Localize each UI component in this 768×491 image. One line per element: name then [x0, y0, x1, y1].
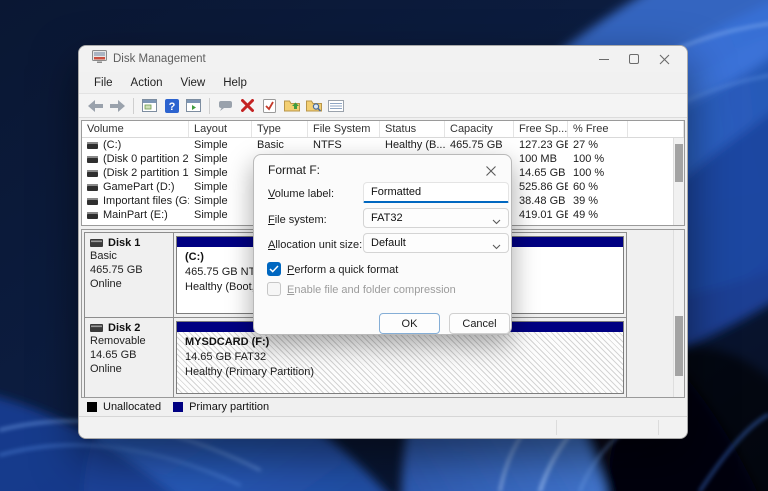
- disk1-type: Basic: [90, 249, 169, 263]
- dialog-close-icon[interactable]: [482, 162, 500, 180]
- disk2-type: Removable: [90, 334, 169, 348]
- legend-primary-label: Primary partition: [189, 401, 269, 413]
- disk-icon: [90, 324, 103, 332]
- volume-icon: [87, 198, 98, 205]
- partition-status: Healthy (Primary Partition): [185, 365, 615, 380]
- app-icon: [92, 50, 107, 68]
- volume-icon: [87, 212, 98, 219]
- toolbar-separator: [133, 98, 134, 114]
- volume-icon: [87, 170, 98, 177]
- allocation-unit-select[interactable]: Default: [363, 233, 509, 253]
- volume-icon: [87, 156, 98, 163]
- window-title: Disk Management: [113, 53, 206, 65]
- volume-icon: [87, 142, 98, 149]
- chevron-down-icon: [492, 241, 501, 253]
- partition-info: 14.65 GB FAT32: [185, 350, 615, 365]
- check-icon: [269, 265, 279, 273]
- menu-action[interactable]: Action: [122, 75, 172, 91]
- compression-label: Enable file and folder compression: [287, 284, 456, 296]
- volume-list-header: Volume Layout Type File System Status Ca…: [82, 121, 684, 138]
- cancel-button[interactable]: Cancel: [449, 313, 510, 334]
- file-system-select[interactable]: FAT32: [363, 208, 509, 228]
- minimize-icon[interactable]: [589, 46, 619, 72]
- col-volume[interactable]: Volume: [82, 121, 189, 137]
- col-type[interactable]: Type: [252, 121, 308, 137]
- compression-checkbox[interactable]: [267, 282, 281, 296]
- table-row[interactable]: (C:) Simple Basic NTFS Healthy (B... 465…: [82, 138, 684, 152]
- col-capacity[interactable]: Capacity: [445, 121, 514, 137]
- disk-icon: [90, 239, 103, 247]
- chevron-down-icon: [492, 216, 501, 228]
- desktop: Disk Management File Action View Help: [0, 0, 768, 491]
- menu-file[interactable]: File: [85, 75, 122, 91]
- ok-button[interactable]: OK: [379, 313, 440, 334]
- volume-list-scrollbar[interactable]: [673, 138, 684, 225]
- console-window-icon[interactable]: [140, 97, 159, 115]
- unallocated-swatch: [87, 402, 97, 412]
- file-system-label: File system:: [268, 214, 327, 226]
- folder-search-icon[interactable]: [304, 97, 323, 115]
- col-status[interactable]: Status: [380, 121, 445, 137]
- console-tree-icon[interactable]: [184, 97, 203, 115]
- status-bar: [79, 416, 687, 438]
- menu-bar: File Action View Help: [79, 72, 687, 93]
- primary-partition-swatch: [173, 402, 183, 412]
- properties-icon[interactable]: [216, 97, 235, 115]
- disk-pane-scrollbar[interactable]: [673, 230, 684, 397]
- volume-label-input[interactable]: Formatted: [363, 182, 509, 203]
- disk1-info[interactable]: Disk 1 Basic 465.75 GB Online: [85, 233, 174, 317]
- legend-unallocated-label: Unallocated: [103, 401, 161, 413]
- quick-format-checkbox[interactable]: [267, 262, 281, 276]
- forward-icon[interactable]: [108, 97, 127, 115]
- maximize-icon[interactable]: [619, 46, 649, 72]
- close-icon[interactable]: [649, 46, 679, 72]
- quick-format-label: Perform a quick format: [287, 264, 398, 276]
- title-bar[interactable]: Disk Management: [79, 46, 687, 72]
- delete-icon[interactable]: [238, 97, 257, 115]
- dialog-title: Format F:: [268, 163, 320, 177]
- back-icon[interactable]: [86, 97, 105, 115]
- partition-label: MYSDCARD (F:): [185, 335, 615, 350]
- disk2-info[interactable]: Disk 2 Removable 14.65 GB Online: [85, 318, 174, 397]
- help-icon[interactable]: ?: [162, 97, 181, 115]
- disk2-status: Online: [90, 362, 169, 376]
- disk1-status: Online: [90, 277, 169, 291]
- svg-text:?: ?: [168, 101, 175, 113]
- legend: Unallocated Primary partition: [81, 399, 685, 415]
- menu-help[interactable]: Help: [214, 75, 256, 91]
- toolbar-separator: [209, 98, 210, 114]
- volume-icon: [87, 184, 98, 191]
- volume-label-label: Volume label:: [268, 188, 334, 200]
- col-pct-free[interactable]: % Free: [568, 121, 628, 137]
- disk2-size: 14.65 GB: [90, 348, 169, 362]
- col-file-system[interactable]: File System: [308, 121, 380, 137]
- check-document-icon[interactable]: [260, 97, 279, 115]
- col-free-space[interactable]: Free Sp...: [514, 121, 568, 137]
- col-layout[interactable]: Layout: [189, 121, 252, 137]
- scrollbar-thumb[interactable]: [675, 316, 683, 376]
- toolbar: ?: [79, 93, 687, 118]
- disk1-size: 465.75 GB: [90, 263, 169, 277]
- scrollbar-thumb[interactable]: [675, 144, 683, 182]
- col-filler: [628, 121, 684, 137]
- folder-up-icon[interactable]: [282, 97, 301, 115]
- format-dialog: Format F: Volume label: Formatted File s…: [253, 154, 512, 335]
- details-icon[interactable]: [326, 97, 345, 115]
- allocation-unit-label: Allocation unit size:: [268, 239, 362, 251]
- menu-view[interactable]: View: [172, 75, 215, 91]
